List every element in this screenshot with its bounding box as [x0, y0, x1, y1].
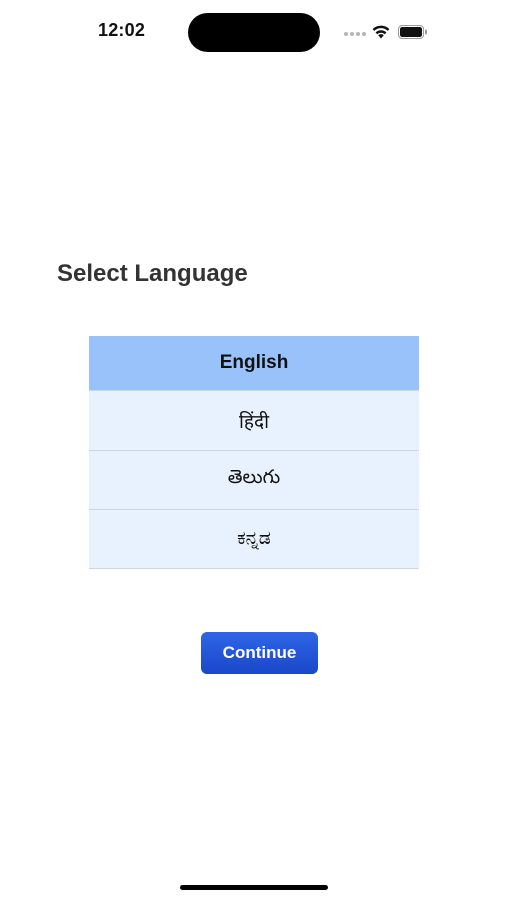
language-label: हिंदी	[238, 411, 270, 433]
language-label: English	[219, 352, 289, 373]
language-label: ಕನ್ನಡ	[237, 528, 271, 549]
status-bar: 12:02	[0, 0, 507, 64]
dynamic-island	[188, 13, 320, 52]
page-title: Select Language	[57, 260, 248, 287]
signal-dots-icon	[344, 32, 366, 37]
status-time: 12:02	[98, 20, 146, 40]
language-label: తెలుగు	[227, 467, 281, 488]
battery-icon	[398, 25, 427, 39]
language-option-kannada[interactable]: ಕನ್ನಡ	[89, 510, 419, 569]
continue-button[interactable]: Continue	[201, 632, 318, 674]
language-option-hindi[interactable]: हिंदी	[89, 391, 419, 451]
language-option-telugu[interactable]: తెలుగు	[89, 451, 419, 510]
language-option-english[interactable]: English	[89, 336, 419, 391]
wifi-icon	[372, 25, 390, 39]
home-indicator	[180, 885, 328, 890]
language-list: English हिंदी తెలుగు ಕನ್ನಡ	[89, 336, 419, 569]
